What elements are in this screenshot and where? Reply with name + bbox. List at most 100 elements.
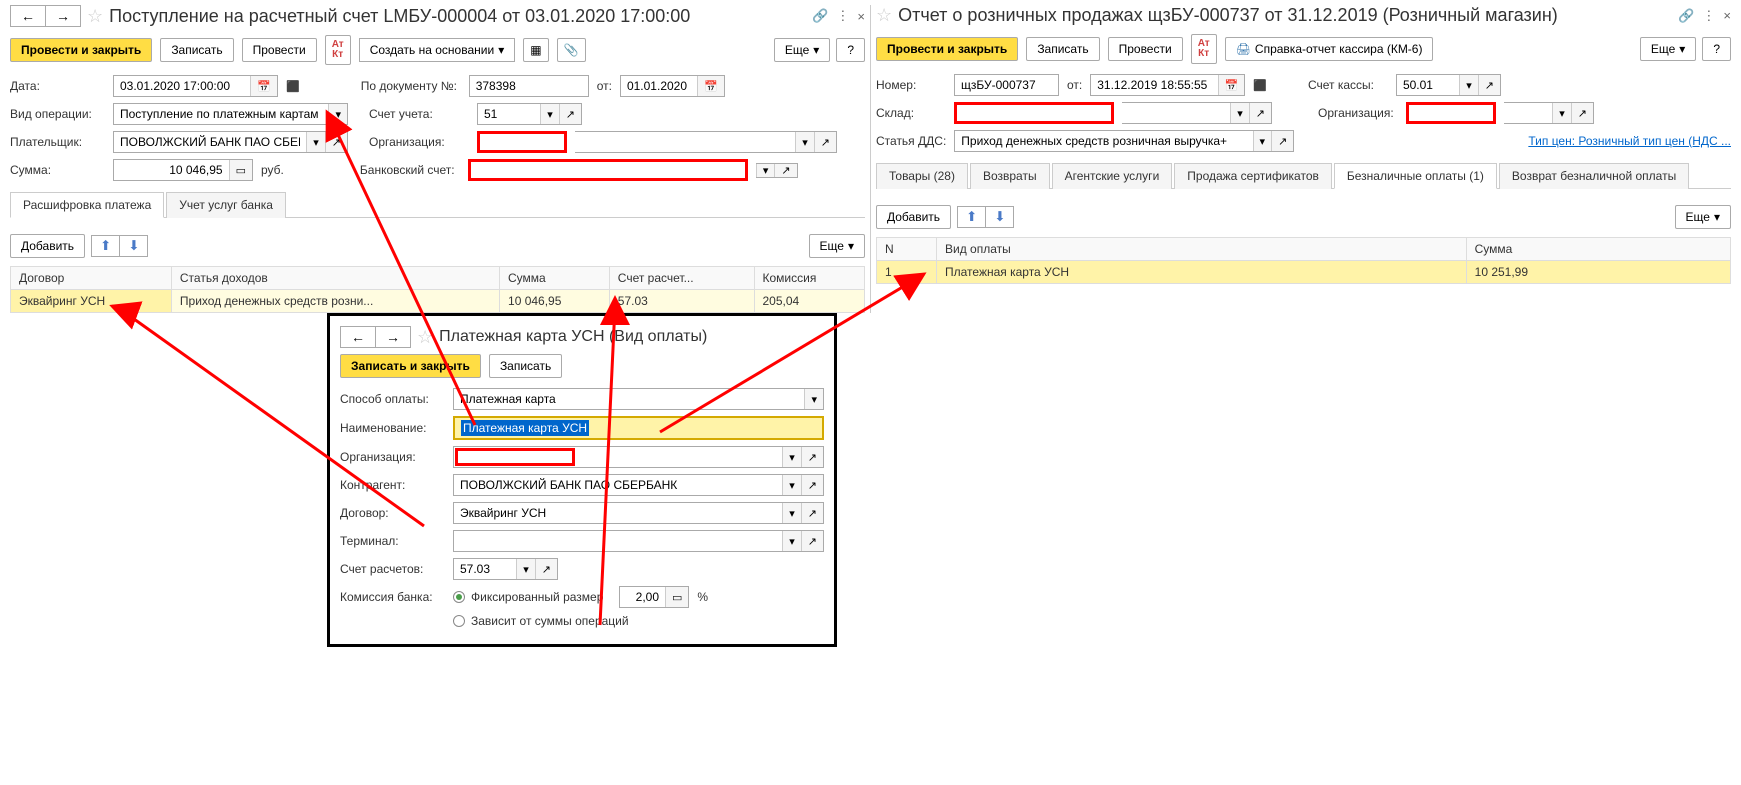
move-up-button[interactable]: ⬆ xyxy=(958,207,985,227)
more-button[interactable]: Еще ▾ xyxy=(809,234,865,258)
move-up-button[interactable]: ⬆ xyxy=(92,236,119,256)
settle-input[interactable]: ▾ ↗ xyxy=(453,558,558,580)
add-row-button[interactable]: Добавить xyxy=(876,205,951,229)
calendar-icon[interactable]: 📅 xyxy=(1218,75,1245,95)
terminal-input[interactable]: ▾ ↗ xyxy=(453,530,824,552)
open-icon[interactable]: ↗ xyxy=(801,503,823,523)
bankacc-input-tail[interactable]: ▾ ↗ xyxy=(756,163,798,178)
tab-cashless-return[interactable]: Возврат безналичной оплаты xyxy=(1499,163,1689,189)
calc-icon[interactable]: ▭ xyxy=(229,160,252,180)
table-row[interactable]: 1 Платежная карта УСН 10 251,99 xyxy=(877,261,1731,284)
dropdown-icon[interactable]: ▾ xyxy=(540,104,559,124)
create-based-button[interactable]: Создать на основании ▾ xyxy=(359,38,516,62)
tab-goods[interactable]: Товары (28) xyxy=(876,163,968,189)
radio-depends[interactable]: Зависит от суммы операций xyxy=(453,614,629,628)
post-button[interactable]: Провести xyxy=(242,38,317,62)
write-close-button[interactable]: Записать и закрыть xyxy=(340,354,481,378)
template-icon[interactable]: ▦ xyxy=(523,38,548,62)
sklad-input-redacted[interactable] xyxy=(954,102,1114,124)
dropdown-icon[interactable]: ▾ xyxy=(782,447,801,467)
open-icon[interactable]: ↗ xyxy=(774,164,796,177)
radio-fixed[interactable]: Фиксированный размер xyxy=(453,590,603,604)
dropdown-icon[interactable]: ▾ xyxy=(306,132,325,152)
add-row-button[interactable]: Добавить xyxy=(10,234,85,258)
tab-certs[interactable]: Продажа сертификатов xyxy=(1174,163,1332,189)
dropdown-icon[interactable]: ▾ xyxy=(1552,103,1571,123)
agent-input[interactable]: ▾ ↗ xyxy=(453,474,824,496)
from-input[interactable]: 📅 xyxy=(1090,74,1245,96)
attach-icon[interactable]: 📎 xyxy=(557,38,586,62)
dropdown-icon[interactable]: ▾ xyxy=(1230,103,1249,123)
docno-input[interactable] xyxy=(469,75,589,97)
payer-input[interactable]: ▾ ↗ xyxy=(113,131,348,153)
open-icon[interactable]: ↗ xyxy=(801,447,823,467)
post-and-close-button[interactable]: Провести и закрыть xyxy=(10,38,152,62)
open-icon[interactable]: ↗ xyxy=(325,132,347,152)
link-icon[interactable]: 🔗 xyxy=(1678,8,1694,24)
from-input[interactable]: 📅 xyxy=(620,75,725,97)
dropdown-icon[interactable]: ▾ xyxy=(1459,75,1478,95)
account-input[interactable]: ▾ ↗ xyxy=(477,103,582,125)
calc-icon[interactable]: ▭ xyxy=(665,587,688,607)
star-icon[interactable]: ☆ xyxy=(417,327,433,348)
contract-input[interactable]: ▾ ↗ xyxy=(453,502,824,524)
tab-cashless[interactable]: Безналичные оплаты (1) xyxy=(1334,163,1497,189)
post-button[interactable]: Провести xyxy=(1108,37,1183,61)
more-icon[interactable]: ⋮ xyxy=(836,8,849,24)
km6-button[interactable]: 🖨 Справка-отчет кассира (КМ-6) xyxy=(1225,37,1434,61)
move-down-button[interactable]: ⬇ xyxy=(119,236,147,256)
date-input[interactable]: 📅 xyxy=(113,75,278,97)
back-button[interactable]: ← xyxy=(341,327,375,347)
dropdown-icon[interactable]: ▾ xyxy=(795,132,814,152)
name-input[interactable]: Платежная карта УСН xyxy=(453,416,824,440)
dropdown-icon[interactable]: ▾ xyxy=(804,389,823,409)
help-button[interactable]: ? xyxy=(836,38,865,62)
tab-returns[interactable]: Возвраты xyxy=(970,163,1050,189)
back-button[interactable]: ← xyxy=(11,6,45,26)
tab-agency[interactable]: Агентские услуги xyxy=(1052,163,1173,189)
dropdown-icon[interactable]: ▾ xyxy=(782,503,801,523)
dropdown-icon[interactable]: ▾ xyxy=(328,104,347,124)
dropdown-icon[interactable]: ▾ xyxy=(516,559,535,579)
open-icon[interactable]: ↗ xyxy=(1271,131,1293,151)
flag-icon[interactable]: ⬛ xyxy=(286,80,300,93)
more-button[interactable]: Еще ▾ xyxy=(1675,205,1731,229)
open-icon[interactable]: ↗ xyxy=(801,531,823,551)
org-input-redacted[interactable] xyxy=(477,131,567,153)
sklad-input-tail[interactable]: ▾ ↗ xyxy=(1122,102,1272,124)
more-button[interactable]: Еще ▾ xyxy=(774,38,830,62)
link-icon[interactable]: 🔗 xyxy=(812,8,828,24)
star-icon[interactable]: ☆ xyxy=(876,5,892,26)
kassa-input[interactable]: ▾ ↗ xyxy=(1396,74,1501,96)
write-button[interactable]: Записать xyxy=(1026,37,1099,61)
dropdown-icon[interactable]: ▾ xyxy=(782,475,801,495)
calendar-icon[interactable]: 📅 xyxy=(250,76,277,96)
org-input-redacted[interactable] xyxy=(1406,102,1496,124)
dropdown-icon[interactable]: ▾ xyxy=(756,164,775,177)
close-icon[interactable]: × xyxy=(1723,8,1731,23)
help-button[interactable]: ? xyxy=(1702,37,1731,61)
open-icon[interactable]: ↗ xyxy=(1249,103,1271,123)
star-icon[interactable]: ☆ xyxy=(87,6,103,27)
tab-details[interactable]: Расшифровка платежа xyxy=(10,192,164,218)
close-icon[interactable]: × xyxy=(857,9,865,24)
commission-value-input[interactable]: ▭ xyxy=(619,586,689,608)
org-input-tail[interactable]: ▾ ↗ xyxy=(1504,102,1594,124)
open-icon[interactable]: ↗ xyxy=(801,475,823,495)
calendar-icon[interactable]: 📅 xyxy=(697,76,724,96)
post-and-close-button[interactable]: Провести и закрыть xyxy=(876,37,1018,61)
method-select[interactable]: ▾ xyxy=(453,388,824,410)
open-icon[interactable]: ↗ xyxy=(559,104,581,124)
write-button[interactable]: Записать xyxy=(160,38,233,62)
price-type-link[interactable]: Тип цен: Розничный тип цен (НДС ... xyxy=(1528,134,1731,148)
dtkt-icon[interactable]: АтКт xyxy=(1191,34,1217,64)
more-icon[interactable]: ⋮ xyxy=(1702,8,1715,24)
optype-select[interactable]: ▾ xyxy=(113,103,348,125)
open-icon[interactable]: ↗ xyxy=(535,559,557,579)
move-down-button[interactable]: ⬇ xyxy=(985,207,1013,227)
more-button[interactable]: Еще ▾ xyxy=(1640,37,1696,61)
org-input-tail[interactable]: ▾ ↗ xyxy=(575,131,837,153)
open-icon[interactable]: ↗ xyxy=(1571,103,1593,123)
dds-input[interactable]: ▾ ↗ xyxy=(954,130,1294,152)
open-icon[interactable]: ↗ xyxy=(814,132,836,152)
